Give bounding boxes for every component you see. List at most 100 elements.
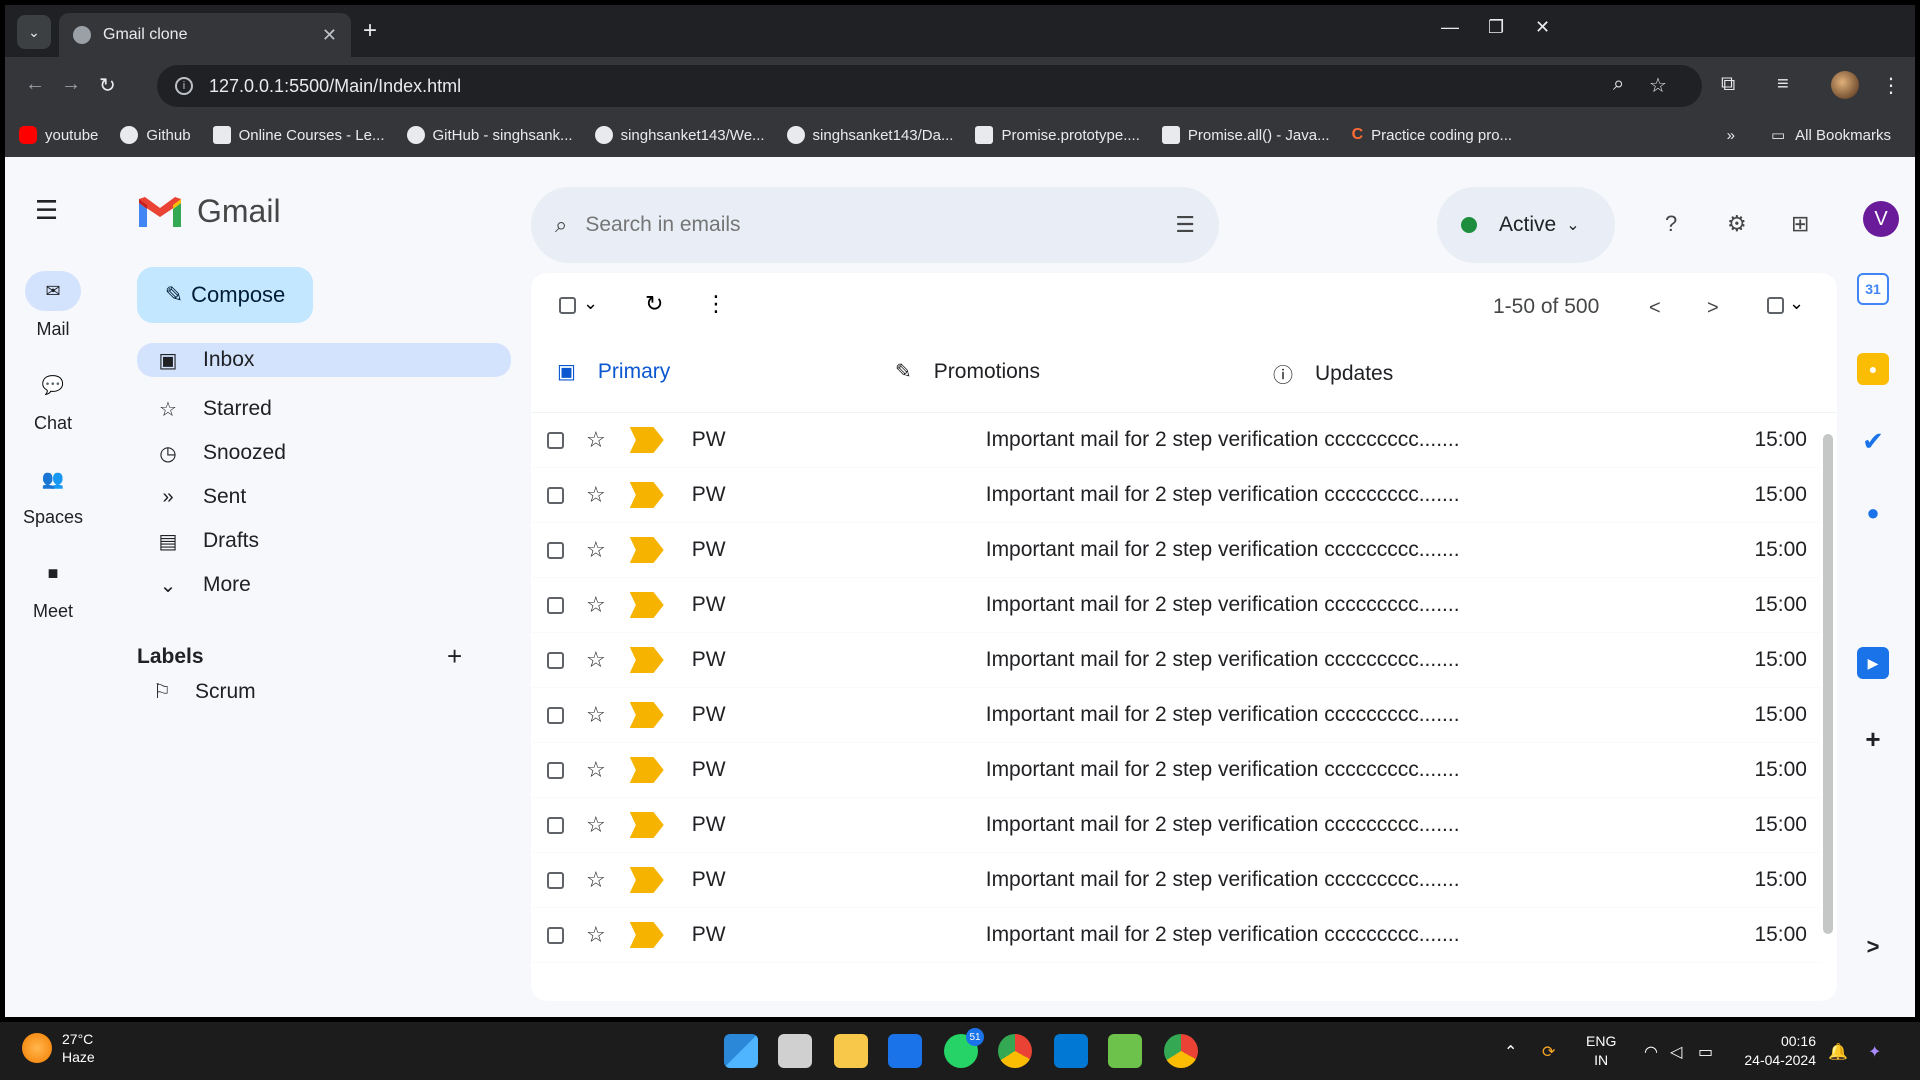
important-marker-icon[interactable]: [629, 482, 664, 508]
restore-icon[interactable]: ❐: [1488, 17, 1504, 38]
important-marker-icon[interactable]: [629, 647, 664, 673]
bookmark-star-icon[interactable]: ☆: [1649, 73, 1667, 98]
git-icon[interactable]: [1108, 1034, 1142, 1068]
select-all-checkbox[interactable]: [559, 297, 576, 314]
back-icon[interactable]: ←: [25, 73, 45, 96]
important-marker-icon[interactable]: [629, 592, 664, 618]
browser-menu-icon[interactable]: ⋮: [1881, 73, 1901, 98]
email-row[interactable]: ☆ PW Important mail for 2 step verificatio…: [531, 688, 1821, 743]
row-checkbox[interactable]: [547, 706, 564, 724]
select-menu-chevron-icon[interactable]: ⌄: [583, 293, 598, 314]
scrollbar-thumb[interactable]: [1823, 434, 1833, 934]
star-icon[interactable]: ☆: [586, 812, 606, 838]
media-icon[interactable]: ≡: [1777, 73, 1789, 96]
star-icon[interactable]: ☆: [586, 867, 606, 893]
star-icon[interactable]: ☆: [586, 482, 606, 508]
expand-panel-button[interactable]: >: [1857, 931, 1889, 963]
row-checkbox[interactable]: [547, 761, 564, 779]
close-tab-icon[interactable]: ✕: [322, 25, 337, 46]
status-dropdown[interactable]: Active ⌄: [1437, 187, 1615, 263]
email-row[interactable]: ☆ PW Important mail for 2 step verificatio…: [531, 853, 1821, 908]
email-row[interactable]: ☆ PW Important mail for 2 step verificatio…: [531, 523, 1821, 578]
filter-options-icon[interactable]: ☰: [1175, 212, 1195, 238]
volume-icon[interactable]: ◁: [1670, 1042, 1682, 1062]
whatsapp-icon[interactable]: 51: [944, 1028, 984, 1068]
row-checkbox[interactable]: [547, 926, 564, 944]
add-label-icon[interactable]: +: [447, 641, 462, 672]
rail-item-meet[interactable]: ■ Meet: [5, 553, 101, 622]
active-tab[interactable]: Gmail clone ✕: [59, 13, 351, 57]
row-checkbox[interactable]: [547, 486, 564, 504]
nav-item-sent[interactable]: » Sent: [137, 475, 511, 519]
battery-icon[interactable]: ▭: [1698, 1042, 1713, 1062]
browser-profile-avatar[interactable]: [1831, 71, 1859, 99]
keep-icon[interactable]: ●: [1857, 353, 1889, 385]
nav-item-inbox[interactable]: ▣ Inbox: [137, 343, 511, 377]
important-marker-icon[interactable]: [629, 757, 664, 783]
important-marker-icon[interactable]: [629, 812, 664, 838]
important-marker-icon[interactable]: [629, 702, 664, 728]
extensions-icon[interactable]: ⧉: [1721, 73, 1735, 96]
chrome-profile-icon[interactable]: [1164, 1034, 1198, 1068]
email-row[interactable]: ☆ PW Important mail for 2 step verificatio…: [531, 413, 1821, 468]
star-icon[interactable]: ☆: [586, 537, 606, 563]
star-icon[interactable]: ☆: [586, 702, 606, 728]
contacts-icon[interactable]: ●: [1857, 497, 1889, 529]
vscode-icon[interactable]: [1054, 1034, 1088, 1068]
bookmark-online-courses[interactable]: Online Courses - Le...: [212, 126, 385, 144]
rail-item-mail[interactable]: ✉ Mail: [5, 271, 101, 340]
tab-search-button[interactable]: ⌄: [17, 15, 51, 49]
more-bookmarks-icon[interactable]: »: [1727, 127, 1735, 144]
task-view-icon[interactable]: [778, 1034, 812, 1068]
search-input[interactable]: [585, 213, 1176, 237]
important-marker-icon[interactable]: [629, 922, 664, 948]
prev-page-button[interactable]: <: [1649, 297, 1661, 320]
apps-grid-icon[interactable]: ⊞: [1791, 211, 1809, 237]
bookmark-youtube[interactable]: youtube: [19, 126, 98, 144]
add-addon-icon[interactable]: +: [1857, 723, 1889, 755]
row-checkbox[interactable]: [547, 541, 564, 559]
close-window-icon[interactable]: ✕: [1535, 17, 1550, 38]
row-checkbox[interactable]: [547, 431, 564, 449]
input-tools-chevron-icon[interactable]: ⌄: [1789, 293, 1804, 314]
important-marker-icon[interactable]: [629, 867, 664, 893]
gmail-logo[interactable]: Gmail: [137, 193, 281, 230]
address-bar[interactable]: i 127.0.0.1:5500/Main/Index.html: [157, 65, 1702, 107]
email-row[interactable]: ☆ PW Important mail for 2 step verificatio…: [531, 798, 1821, 853]
row-checkbox[interactable]: [547, 651, 564, 669]
important-marker-icon[interactable]: [629, 537, 664, 563]
star-icon[interactable]: ☆: [586, 427, 606, 453]
zoom-app-icon[interactable]: ▶: [1857, 647, 1889, 679]
file-explorer-icon[interactable]: [834, 1034, 868, 1068]
refresh-icon[interactable]: ↻: [645, 291, 663, 317]
nav-item-more[interactable]: ⌄ More: [137, 563, 511, 607]
minimize-icon[interactable]: —: [1441, 17, 1459, 38]
nav-item-snoozed[interactable]: ◷ Snoozed: [137, 431, 511, 475]
sync-icon[interactable]: ⟳: [1542, 1042, 1555, 1062]
tasks-icon[interactable]: ✔: [1857, 425, 1889, 457]
important-marker-icon[interactable]: [629, 427, 664, 453]
weather-widget[interactable]: 27°C Haze: [22, 1030, 95, 1066]
star-icon[interactable]: ☆: [586, 922, 606, 948]
rail-item-spaces[interactable]: 👥 Spaces: [5, 459, 101, 528]
search-icon[interactable]: ⌕: [555, 212, 567, 238]
zoom-icon[interactable]: ⌕: [1613, 73, 1624, 96]
email-row[interactable]: ☆ PW Important mail for 2 step verificatio…: [531, 578, 1821, 633]
main-menu-icon[interactable]: ☰: [35, 195, 58, 226]
scrollbar[interactable]: [1821, 418, 1835, 998]
gear-icon[interactable]: ⚙: [1727, 211, 1747, 237]
row-checkbox[interactable]: [547, 871, 564, 889]
new-tab-button[interactable]: +: [363, 17, 377, 45]
bookmark-github-profile[interactable]: GitHub - singhsank...: [406, 126, 573, 144]
chrome-icon[interactable]: [998, 1034, 1032, 1068]
rail-item-chat[interactable]: 💬 Chat: [5, 365, 101, 434]
star-icon[interactable]: ☆: [586, 647, 606, 673]
system-clock[interactable]: 00:16 24-04-2024: [1736, 1032, 1816, 1070]
copilot-icon[interactable]: ✦: [1868, 1042, 1881, 1062]
bookmark-github[interactable]: Github: [120, 126, 191, 144]
all-bookmarks[interactable]: » ▭ All Bookmarks: [1727, 126, 1891, 145]
row-checkbox[interactable]: [547, 816, 564, 834]
email-row[interactable]: ☆ PW Important mail for 2 step verificatio…: [531, 468, 1821, 523]
bookmark-github-repo-2[interactable]: singhsanket143/Da...: [786, 126, 953, 144]
more-options-icon[interactable]: ⋮: [705, 291, 727, 317]
